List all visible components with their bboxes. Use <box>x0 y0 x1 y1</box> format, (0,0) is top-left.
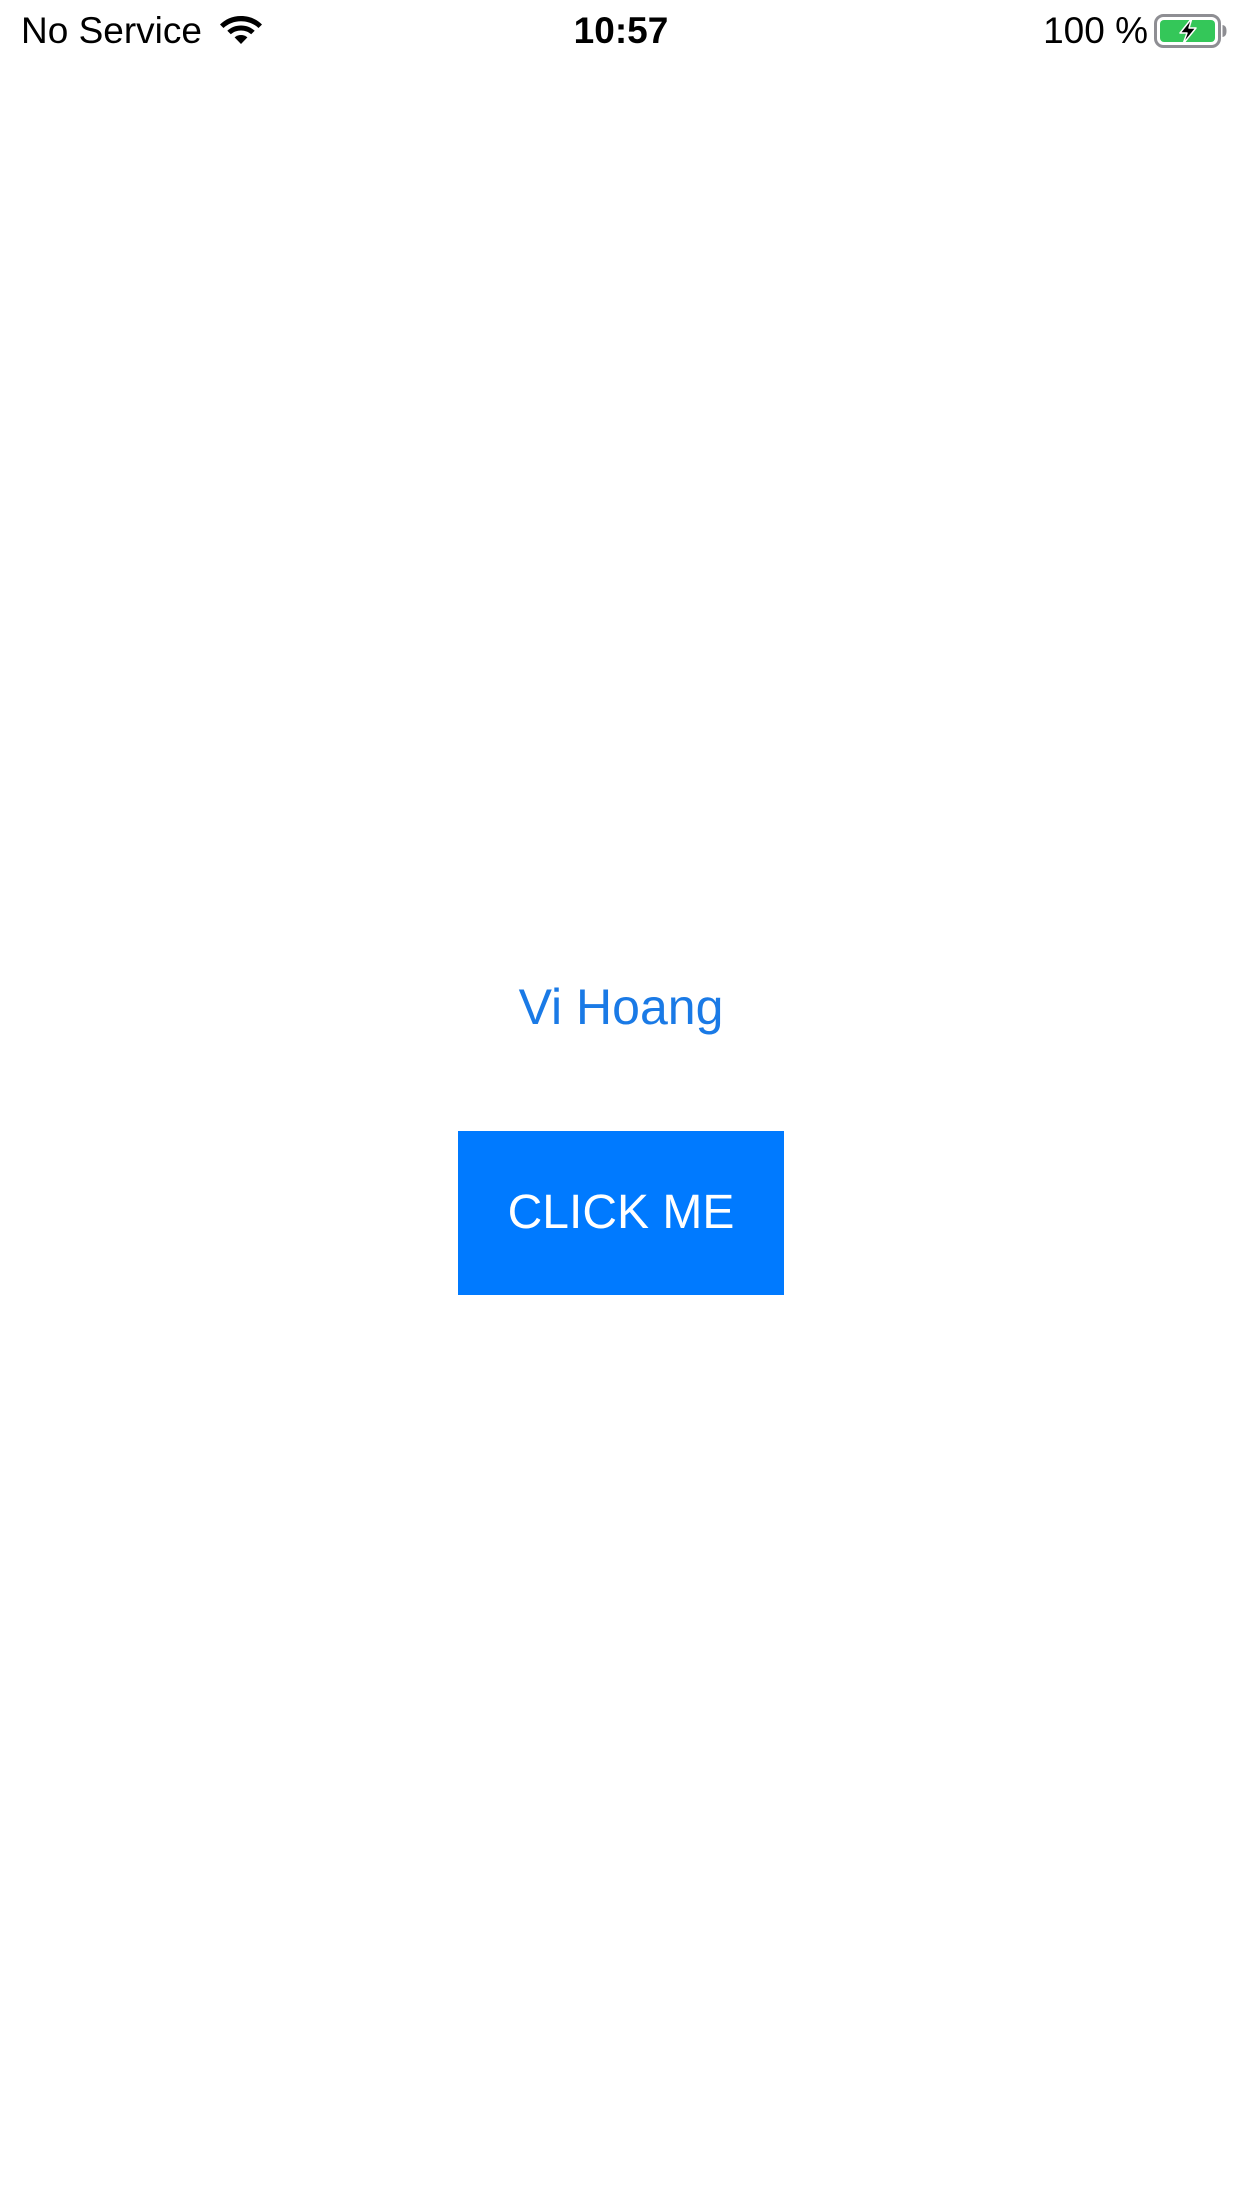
battery-percent: 100 % <box>1043 10 1148 51</box>
status-bar: No Service 10:57 100 % <box>0 0 1242 60</box>
click-me-button[interactable]: CLICK ME <box>458 1131 784 1295</box>
name-label: Vi Hoang <box>518 979 724 1035</box>
battery-charging-icon <box>1154 14 1227 48</box>
